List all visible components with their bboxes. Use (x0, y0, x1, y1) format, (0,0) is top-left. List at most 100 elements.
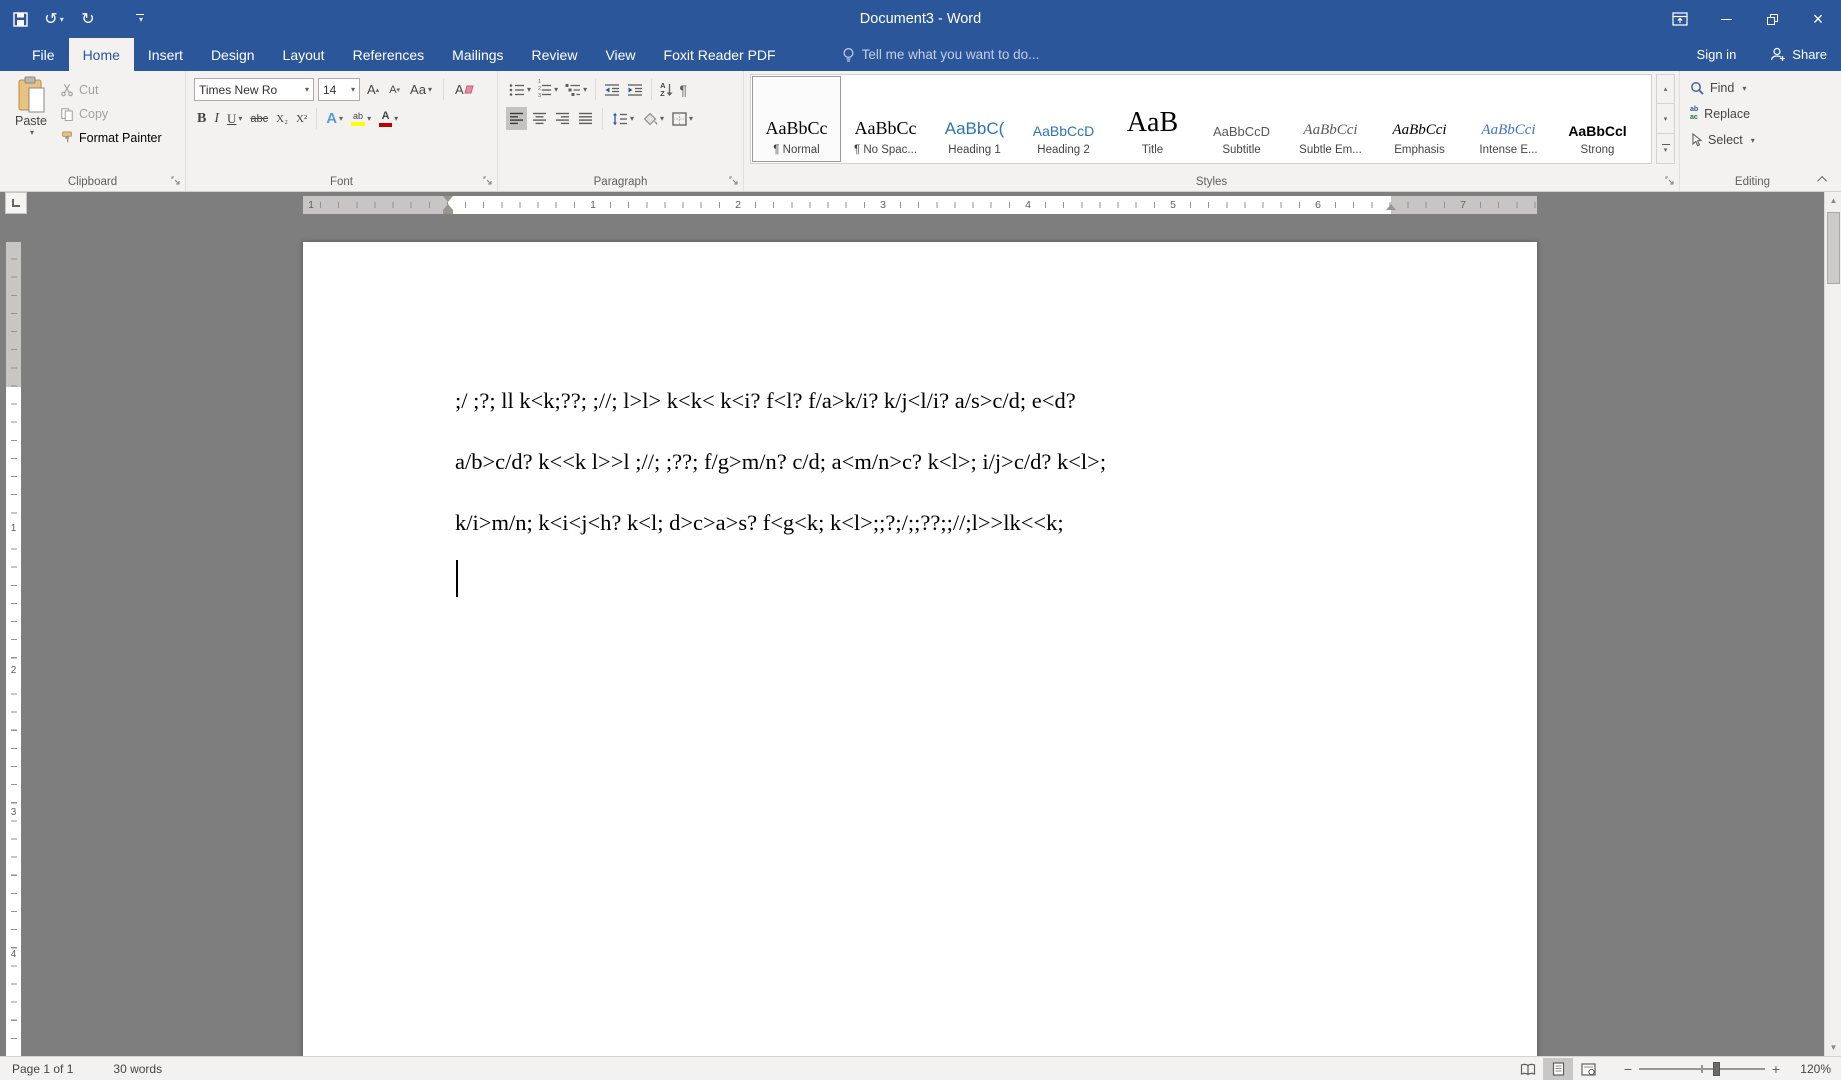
copy-button[interactable]: Copy (60, 103, 108, 125)
underline-dropdown-icon[interactable]: ▾ (238, 114, 242, 123)
tab-view[interactable]: View (591, 38, 649, 71)
font-size-combobox[interactable]: 14 ▾ (318, 78, 360, 101)
justify-button[interactable] (575, 107, 596, 130)
italic-button[interactable]: I (211, 107, 222, 130)
align-left-button[interactable] (506, 107, 527, 130)
scrollbar-thumb[interactable] (1827, 212, 1840, 284)
tab-home[interactable]: Home (69, 38, 134, 71)
numbering-button[interactable]: 123 ▾ (535, 78, 561, 101)
document-page[interactable]: ;/ ;?; ll k<k;??; ;//; l>l> k<k< k<i? f<… (303, 242, 1537, 1056)
tab-foxit-reader-pdf[interactable]: Foxit Reader PDF (650, 38, 790, 71)
shrink-font-button[interactable]: A▾ (386, 78, 403, 101)
format-painter-button[interactable]: Format Painter (60, 127, 162, 149)
minimize-button[interactable] (1703, 0, 1749, 38)
grow-font-button[interactable]: A▴ (364, 78, 382, 101)
restore-button[interactable] (1749, 0, 1795, 38)
scroll-up-button[interactable]: ▲ (1825, 192, 1841, 209)
left-indent-marker[interactable] (443, 210, 453, 214)
find-button[interactable]: Find ▾ (1690, 77, 1746, 99)
collapse-ribbon-button[interactable] (1815, 173, 1831, 185)
zoom-out-button[interactable]: − (1617, 1061, 1639, 1077)
clipboard-dialog-launcher[interactable] (169, 174, 182, 187)
change-case-button[interactable]: Aa▾ (407, 78, 435, 101)
document-line[interactable]: ;/ ;?; ll k<k;??; ;//; l>l> k<k< k<i? f<… (455, 388, 1076, 414)
clear-formatting-button[interactable]: A (452, 78, 477, 101)
style-emphasis[interactable]: AaBbCci Emphasis (1375, 76, 1464, 162)
tab-layout[interactable]: Layout (269, 38, 339, 71)
font-size-dropdown-icon[interactable]: ▾ (351, 85, 355, 94)
increase-indent-button[interactable] (624, 78, 646, 101)
highlight-icon: ab (351, 112, 365, 126)
cut-button[interactable]: Cut (60, 79, 98, 101)
shading-button[interactable]: ▾ (639, 107, 667, 130)
font-dialog-launcher[interactable] (481, 174, 494, 187)
sort-button[interactable]: AZ (657, 78, 675, 101)
strikethrough-button[interactable]: abc (247, 107, 271, 130)
styles-dialog-launcher[interactable] (1663, 174, 1676, 187)
styles-scroll-up-button[interactable]: ▴ (1656, 74, 1675, 104)
document-line[interactable]: k/i>m/n; k<i<j<h? k<l; d>c>a>s? f<g<k; k… (455, 510, 1064, 536)
paste-button[interactable]: Paste ▾ (6, 76, 56, 164)
vertical-scrollbar[interactable]: ▲ ▼ (1824, 192, 1841, 1056)
vertical-ruler[interactable]: 1 2 3 4 (6, 242, 21, 1056)
sign-in-button[interactable]: Sign in (1697, 47, 1737, 62)
bullets-button[interactable]: ▾ (506, 78, 534, 101)
style-no-spacing[interactable]: AaBbCc ¶ No Spac... (841, 76, 930, 162)
style-title[interactable]: AaB Title (1108, 76, 1197, 162)
tell-me-box[interactable]: Tell me what you want to do... (842, 38, 1040, 71)
tab-file[interactable]: File (18, 38, 69, 71)
right-indent-marker[interactable] (1386, 204, 1396, 210)
font-name-combobox[interactable]: Times New Ro ▾ (194, 78, 314, 101)
zoom-in-button[interactable]: + (1765, 1061, 1787, 1077)
bold-button[interactable]: B (194, 107, 209, 130)
style-heading-1[interactable]: AaBbC( Heading 1 (930, 76, 1019, 162)
print-layout-button[interactable] (1543, 1058, 1573, 1080)
text-highlight-button[interactable]: ab ▾ (348, 107, 374, 130)
font-color-button[interactable]: A ▾ (376, 107, 401, 130)
horizontal-ruler[interactable]: 1 1 2 3 4 5 6 7 (303, 196, 1537, 214)
zoom-slider[interactable] (1639, 1058, 1765, 1080)
scroll-down-button[interactable]: ▼ (1825, 1039, 1841, 1056)
style-subtitle[interactable]: AaBbCcD Subtitle (1197, 76, 1286, 162)
tab-review[interactable]: Review (518, 38, 592, 71)
close-button[interactable]: × (1795, 0, 1841, 38)
page-count-label[interactable]: Page 1 of 1 (12, 1062, 73, 1076)
zoom-level-label[interactable]: 120% (1787, 1062, 1831, 1076)
word-count-label[interactable]: 30 words (113, 1062, 162, 1076)
show-formatting-marks-button[interactable]: ¶ (677, 78, 691, 101)
borders-button[interactable]: ▾ (669, 107, 696, 130)
superscript-button[interactable]: X² (293, 107, 310, 130)
style-normal[interactable]: AaBbCc ¶ Normal (752, 76, 841, 162)
tab-stop-selector[interactable] (5, 192, 27, 214)
styles-more-button[interactable]: ▾ (1656, 134, 1675, 164)
ribbon-display-options-button[interactable] (1657, 0, 1703, 38)
tab-insert[interactable]: Insert (134, 38, 197, 71)
read-mode-button[interactable] (1513, 1058, 1543, 1080)
paste-dropdown-icon[interactable]: ▾ (30, 128, 34, 137)
document-line[interactable]: a/b>c/d? k<<k l>>l ;//; ;??; f/g>m/n? c/… (455, 449, 1106, 475)
tab-mailings[interactable]: Mailings (438, 38, 517, 71)
zoom-slider-thumb[interactable] (1713, 1062, 1720, 1076)
style-subtle-emphasis[interactable]: AaBbCci Subtle Em... (1286, 76, 1375, 162)
style-strong[interactable]: AaBbCcl Strong (1553, 76, 1642, 162)
font-name-dropdown-icon[interactable]: ▾ (305, 85, 309, 94)
replace-button[interactable]: ab ac Replace (1690, 103, 1750, 125)
line-spacing-button[interactable]: ▾ (609, 107, 637, 130)
align-right-button[interactable] (552, 107, 573, 130)
styles-scroll-down-button[interactable]: ▾ (1656, 104, 1675, 134)
paragraph-dialog-launcher[interactable] (727, 174, 740, 187)
tab-design[interactable]: Design (197, 38, 269, 71)
decrease-indent-button[interactable] (601, 78, 623, 101)
web-layout-button[interactable] (1573, 1058, 1603, 1080)
multilevel-list-button[interactable]: ▾ (562, 78, 590, 101)
text-effects-button[interactable]: A▾ (323, 107, 346, 130)
style-intense-emphasis[interactable]: AaBbCci Intense E... (1464, 76, 1553, 162)
underline-button[interactable]: U▾ (224, 107, 245, 130)
subscript-button[interactable]: X₂ (273, 107, 291, 130)
first-line-indent-marker[interactable] (443, 196, 453, 202)
align-center-button[interactable] (529, 107, 550, 130)
share-button[interactable]: Share (1770, 47, 1827, 62)
select-button[interactable]: Select ▾ (1690, 129, 1755, 151)
style-heading-2[interactable]: AaBbCcD Heading 2 (1019, 76, 1108, 162)
tab-references[interactable]: References (339, 38, 439, 71)
